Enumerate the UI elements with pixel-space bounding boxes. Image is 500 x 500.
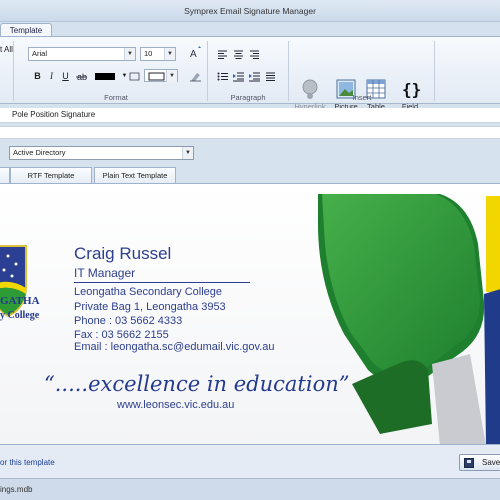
strikethrough-icon[interactable]: ab: [75, 70, 88, 83]
highlight-icon[interactable]: [128, 70, 141, 83]
signature-role: IT Manager: [74, 266, 136, 280]
template-link[interactable]: or this template: [0, 458, 55, 467]
font-family-value: Arial: [32, 49, 48, 58]
group-separator: [434, 41, 435, 101]
bullet-list-icon[interactable]: [216, 70, 229, 83]
font-size-select[interactable]: 10 ▼: [140, 47, 176, 61]
group-separator: [207, 41, 208, 101]
ribbon-tab-row: Template: [0, 22, 500, 38]
font-color-swatch[interactable]: [95, 73, 115, 80]
database-filename: ings.mdb: [0, 485, 33, 494]
window-title: Symprex Email Signature Manager: [184, 6, 316, 16]
group-label-insert: Insert: [352, 93, 372, 102]
signature-editor[interactable]: Craig Russel IT Manager Leongatha Second…: [0, 183, 500, 445]
font-size-value: 10: [144, 49, 153, 58]
group-separator: [288, 41, 289, 101]
ribbon: t All Arial ▼ 10 ▼ A B I U ab ▼ ▼ Format: [0, 36, 500, 117]
group-label-paragraph: Paragraph: [230, 93, 266, 102]
font-family-select[interactable]: Arial ▼: [28, 47, 136, 61]
align-right-icon[interactable]: [248, 48, 261, 61]
increase-indent-icon[interactable]: [248, 70, 261, 83]
crest-caption-2: y College: [0, 310, 40, 321]
template-tabs: RTF Template Plain Text Template: [0, 167, 500, 183]
data-source-value: Active Directory: [13, 148, 66, 157]
signature-line: Email : leongatha.sc@edumail.vic.gov.au: [74, 341, 275, 353]
crest-caption-1: GATHA: [0, 295, 40, 307]
signature-website: www.leonsec.vic.edu.au: [117, 399, 235, 411]
tab-plain-text-template[interactable]: Plain Text Template: [94, 167, 176, 183]
align-left-icon[interactable]: [216, 48, 229, 61]
bold-button[interactable]: B: [31, 70, 44, 83]
data-source-select[interactable]: Active Directory ▼: [9, 146, 194, 160]
underline-button[interactable]: U: [59, 70, 72, 83]
signature-line: Phone : 03 5662 4333: [74, 315, 183, 327]
group-label-format: Format: [104, 93, 128, 102]
svg-text:A: A: [190, 49, 197, 59]
footer-panel: [0, 445, 500, 478]
signature-divider: [74, 282, 250, 283]
title-bar: Symprex Email Signature Manager: [0, 0, 500, 22]
tab-html[interactable]: [0, 167, 10, 183]
grow-font-icon[interactable]: A: [189, 46, 202, 60]
template-description-input[interactable]: [0, 126, 500, 139]
italic-button[interactable]: I: [45, 70, 58, 83]
chevron-down-icon[interactable]: ▼: [124, 48, 135, 60]
signature-name: Craig Russel: [74, 244, 172, 263]
decrease-indent-icon[interactable]: [232, 70, 245, 83]
border-style-select[interactable]: ▼: [144, 69, 178, 82]
chevron-down-icon[interactable]: ▼: [164, 48, 175, 60]
group-separator: [13, 41, 14, 101]
signature-line: Leongatha Secondary College: [74, 286, 223, 298]
save-label: Save: [482, 458, 500, 467]
select-all-label[interactable]: t All: [0, 45, 13, 54]
status-bar: ings.mdb: [0, 478, 500, 500]
clear-format-icon[interactable]: [189, 70, 202, 83]
align-center-icon[interactable]: [232, 48, 245, 61]
justify-icon[interactable]: [264, 70, 277, 83]
signature-line: Fax : 03 5662 2155: [74, 329, 169, 341]
signature-motto: “.....excellence in education”: [44, 372, 350, 396]
chevron-down-icon[interactable]: ▼: [166, 70, 177, 82]
save-button[interactable]: Save: [459, 454, 500, 471]
template-name-input[interactable]: Pole Position Signature: [0, 108, 500, 123]
tab-rtf-template[interactable]: RTF Template: [10, 167, 92, 183]
chevron-down-icon[interactable]: ▼: [182, 147, 193, 159]
save-icon: [464, 458, 474, 468]
signature-line: Private Bag 1, Leongatha 3953: [74, 301, 226, 313]
